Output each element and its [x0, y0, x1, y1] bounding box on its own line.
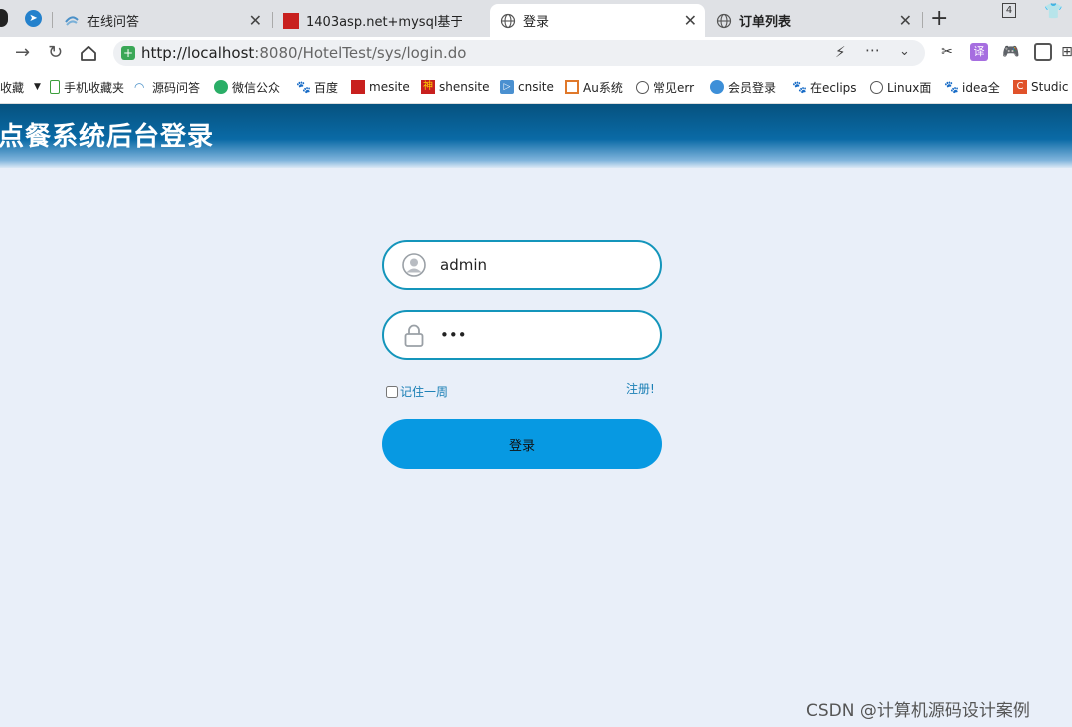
- bookmark-mesite[interactable]: mesite: [351, 79, 410, 95]
- logo-swirl-icon: ◠: [134, 80, 145, 94]
- red-square-icon: [351, 80, 365, 94]
- paw-icon: 🐾: [296, 80, 311, 94]
- scissors-icon[interactable]: ✂: [938, 43, 956, 61]
- chevron-down-icon[interactable]: ⌄: [899, 44, 910, 59]
- bookmark-source-qa[interactable]: ◠ 源码问答: [134, 79, 200, 95]
- watermark-text: CSDN @计算机源码设计案例: [806, 701, 1030, 721]
- telegram-icon[interactable]: ➤: [25, 10, 42, 27]
- remember-week[interactable]: 记住一周: [386, 383, 448, 400]
- gamepad-icon[interactable]: 🎮: [1002, 43, 1020, 61]
- cloud-icon: [710, 80, 724, 94]
- username-input[interactable]: [440, 251, 640, 279]
- phone-icon: [50, 80, 60, 94]
- logo-swirl-icon: [65, 15, 79, 26]
- bookmark-mobile[interactable]: 手机收藏夹: [50, 79, 126, 95]
- bookmark-baidu[interactable]: 🐾 百度: [296, 79, 338, 95]
- tab-count-badge[interactable]: 4: [1002, 3, 1016, 18]
- translate-icon[interactable]: 译: [970, 43, 988, 61]
- bookmark-wechat[interactable]: 微信公众: [214, 79, 284, 95]
- caret-down-icon[interactable]: ▼: [34, 82, 41, 92]
- remember-checkbox[interactable]: [386, 385, 398, 398]
- bookmark-shensite[interactable]: 神 shensite: [421, 79, 490, 95]
- close-tab-icon[interactable]: ✕: [684, 11, 697, 30]
- new-tab-plus-icon[interactable]: +: [930, 6, 948, 31]
- tab-title: 1403asp.net+mysql基于MVC: [306, 15, 462, 30]
- close-tab-icon[interactable]: ✕: [249, 11, 262, 30]
- url-path: :8080/HotelTest/sys/login.do: [254, 44, 467, 62]
- login-button[interactable]: 登录: [382, 419, 662, 469]
- globe-icon: [716, 13, 732, 28]
- tab-online-qa[interactable]: 在线问答 ✕: [64, 4, 270, 37]
- remember-label: 记住一周: [400, 385, 449, 399]
- shield-icon: +: [121, 46, 135, 60]
- tab-order-list[interactable]: 订单列表 ✕: [716, 4, 920, 37]
- bookmark-linux[interactable]: Linux面: [870, 79, 932, 95]
- skin-shirt-icon[interactable]: 👕: [1044, 2, 1063, 20]
- c-logo-icon: C: [1013, 80, 1027, 94]
- home-icon[interactable]: [80, 45, 97, 61]
- tab-title: 订单列表: [739, 15, 792, 30]
- red-square-icon: [283, 12, 299, 29]
- tab-bar: ➤ 在线问答 ✕ 1403asp.net+mysql基于MVC 登录 ✕ 订单列…: [0, 0, 1072, 37]
- bookmark-au-system[interactable]: Au系统: [565, 79, 623, 95]
- tab-asp-mysql[interactable]: 1403asp.net+mysql基于MVC: [283, 4, 488, 37]
- user-icon: [402, 253, 426, 277]
- username-field[interactable]: [382, 240, 662, 290]
- play-icon: ▷: [500, 80, 514, 94]
- bookmark-eclipse[interactable]: 🐾 在eclips: [792, 79, 856, 95]
- register-link[interactable]: 注册!: [626, 380, 655, 397]
- address-bar: → ↻ + http://localhost:8080/HotelTest/sy…: [0, 37, 1072, 70]
- forward-arrow-icon[interactable]: →: [15, 42, 30, 63]
- wechat-icon: [214, 80, 228, 94]
- lock-icon: [404, 324, 424, 347]
- password-input[interactable]: [440, 321, 640, 349]
- password-field[interactable]: [382, 310, 662, 360]
- tab-login[interactable]: 登录 ✕: [490, 4, 705, 37]
- page-title: 点餐系统后台登录: [0, 122, 215, 152]
- globe-icon: [500, 13, 516, 28]
- close-tab-icon[interactable]: ✕: [899, 11, 912, 30]
- page-header: 点餐系统后台登录: [0, 104, 1072, 168]
- bookmark-idea[interactable]: 🐾 idea全: [944, 79, 1000, 95]
- bookmark-cnsite[interactable]: ▷ cnsite: [500, 79, 554, 95]
- tab-title: 在线问答: [87, 15, 140, 30]
- globe-icon: [870, 80, 883, 94]
- globe-icon: [636, 80, 649, 94]
- tab-title: 登录: [523, 15, 550, 30]
- lightning-icon[interactable]: ⚡: [835, 43, 846, 61]
- reload-icon[interactable]: ↻: [48, 42, 63, 63]
- bookmarks-bar: 收藏 ▼ 手机收藏夹 ◠ 源码问答 微信公众 🐾 百度 mesite 神 she…: [0, 70, 1072, 104]
- more-dots-icon[interactable]: ⋯: [865, 41, 880, 59]
- orange-box-icon: [565, 80, 579, 94]
- bookmark-common-err[interactable]: 常见err: [636, 79, 696, 95]
- url-field[interactable]: + http://localhost:8080/HotelTest/sys/lo…: [113, 40, 925, 66]
- reader-icon[interactable]: [1034, 43, 1052, 61]
- url-host: http://localhost: [141, 44, 255, 62]
- shen-logo-icon: 神: [421, 80, 435, 94]
- bookmark-favorites[interactable]: 收藏 ▼: [0, 79, 41, 95]
- paw-icon: 🐾: [944, 80, 959, 94]
- url-text: http://localhost:8080/HotelTest/sys/logi…: [141, 44, 466, 62]
- bookmark-studio[interactable]: C Studic: [1013, 79, 1072, 95]
- bookmark-member-login[interactable]: 会员登录: [710, 79, 778, 95]
- grid-icon[interactable]: ⊞: [1058, 43, 1072, 61]
- app-logo-icon[interactable]: [0, 9, 8, 27]
- paw-icon: 🐾: [792, 80, 807, 94]
